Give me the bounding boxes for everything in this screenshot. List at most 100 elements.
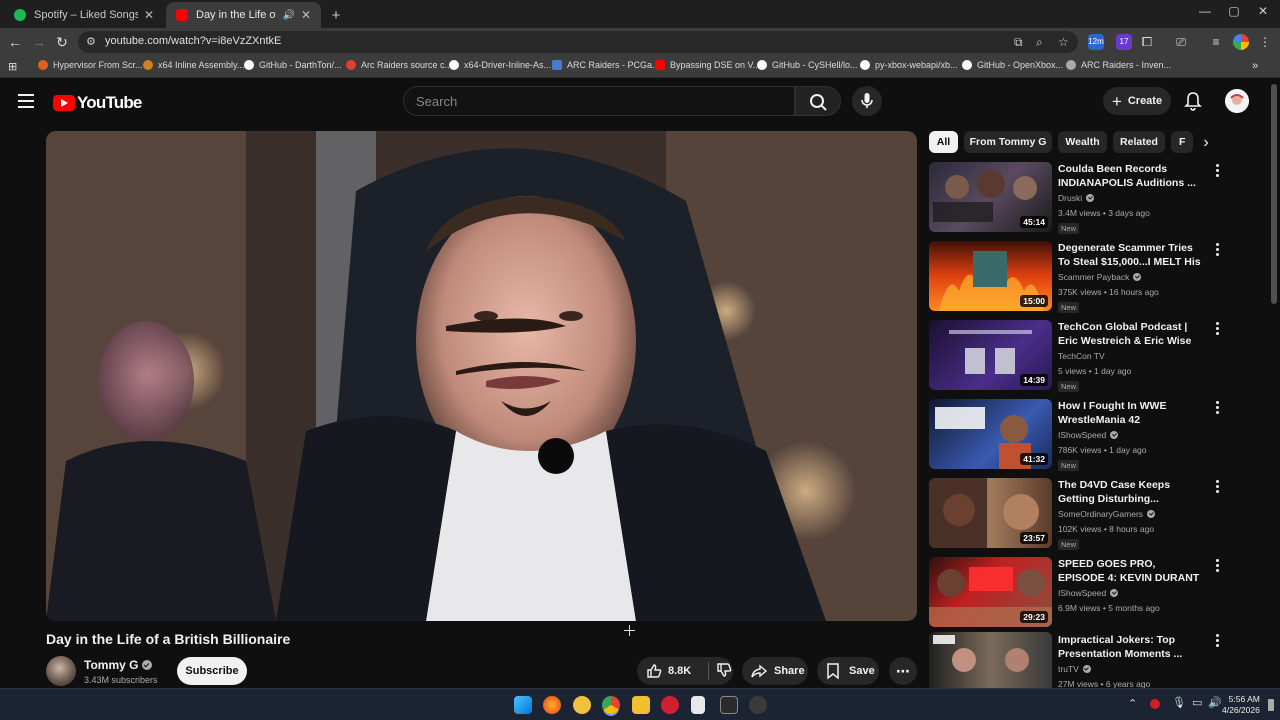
recommendation-title[interactable]: TechCon Global Podcast | Eric Westreich … — [1058, 320, 1203, 348]
install-app-icon[interactable]: ⧉ — [1014, 35, 1023, 50]
site-info-icon[interactable]: ⚙ — [86, 35, 96, 48]
recommendation-channel[interactable]: TechCon TV — [1058, 351, 1105, 361]
windows-start-icon[interactable] — [514, 696, 532, 714]
network-icon[interactable]: ▭ — [1192, 696, 1202, 709]
more-vertical-icon[interactable] — [1213, 401, 1221, 417]
save-button[interactable]: Save — [817, 657, 879, 685]
close-window-button[interactable]: ✕ — [1248, 4, 1278, 18]
video-thumbnail[interactable] — [929, 632, 1052, 688]
bookmark-item[interactable]: py-xbox-webapi/xb... — [860, 60, 958, 70]
app-icon[interactable] — [573, 696, 591, 714]
recommendation-item[interactable]: 15:00 Degenerate Scammer Tries To Steal … — [929, 241, 1229, 313]
reading-list-icon[interactable]: ≡ — [1208, 34, 1224, 50]
more-vertical-icon[interactable] — [1213, 164, 1221, 180]
video-thumbnail[interactable]: 23:57 — [929, 478, 1052, 548]
extensions-puzzle-icon[interactable]: ⧠ — [1139, 34, 1155, 50]
microphone-tray-icon[interactable]: 🎙 — [1172, 696, 1186, 709]
file-explorer-icon[interactable] — [632, 696, 650, 714]
system-clock[interactable]: 5:56 AM 4/26/2026 — [1222, 694, 1260, 716]
recommendation-item[interactable]: 29:23 SPEED GOES PRO, EPISODE 4: KEVIN D… — [929, 557, 1229, 629]
app-icon[interactable] — [749, 696, 767, 714]
bookmark-item[interactable]: ARC Raiders - PCGa... — [552, 60, 660, 70]
channel-avatar[interactable] — [46, 656, 76, 686]
back-arrow-icon[interactable]: ← — [6, 33, 24, 51]
recommendation-channel[interactable]: IShowSpeed — [1058, 430, 1119, 440]
video-thumbnail[interactable]: 29:23 — [929, 557, 1052, 627]
recommendation-title[interactable]: Coulda Been Records INDIANAPOLIS Auditio… — [1058, 162, 1203, 190]
share-button[interactable]: Share — [742, 657, 808, 685]
tray-chevron-icon[interactable]: ⌃ — [1128, 697, 1137, 710]
minimize-button[interactable]: — — [1190, 4, 1220, 18]
chip-wealth[interactable]: Wealth — [1058, 131, 1107, 153]
recommendation-channel[interactable]: SomeOrdinaryGamers — [1058, 509, 1156, 519]
recommendation-item[interactable]: Impractical Jokers: Top Presentation Mom… — [929, 632, 1229, 688]
search-input[interactable] — [404, 87, 764, 115]
bookmark-star-icon[interactable]: ☆ — [1058, 35, 1069, 49]
chip-from-channel[interactable]: From Tommy G — [964, 131, 1052, 153]
bookmark-item[interactable]: Hypervisor From Scr... — [38, 60, 143, 70]
notepad-icon[interactable] — [691, 696, 705, 714]
youtube-logo[interactable]: YouTube — [53, 93, 142, 113]
bookmark-item[interactable]: x64-Driver-Inline-As... — [449, 60, 551, 70]
more-vertical-icon[interactable] — [1213, 634, 1221, 650]
recommendation-item[interactable]: 41:32 How I Fought In WWE WrestleMania 4… — [929, 399, 1229, 471]
extension-badge-icon[interactable]: 17 — [1116, 34, 1132, 50]
chip-related[interactable]: Related — [1113, 131, 1165, 153]
url-text[interactable]: youtube.com/watch?v=i8eVzZXntkE — [105, 35, 281, 47]
recommendation-title[interactable]: How I Fought In WWE WrestleMania 42 — [1058, 399, 1203, 427]
new-tab-button[interactable]: + — [324, 2, 348, 28]
page-scrollbar[interactable] — [1271, 84, 1277, 304]
speaker-icon[interactable]: 🔊 — [282, 10, 294, 21]
subscribe-button[interactable]: Subscribe — [177, 657, 247, 685]
search-button[interactable] — [795, 86, 841, 116]
voice-search-button[interactable] — [852, 86, 882, 116]
recommendation-channel[interactable]: truTV — [1058, 664, 1091, 674]
extension-timer-icon[interactable]: 12m — [1088, 34, 1104, 50]
bookmark-item[interactable]: Bypassing DSE on V... — [655, 60, 760, 70]
zoom-icon[interactable]: ⌕ — [1036, 35, 1043, 50]
recommendation-title[interactable]: Degenerate Scammer Tries To Steal $15,00… — [1058, 241, 1203, 269]
hamburger-menu-icon[interactable] — [18, 94, 34, 108]
bookmark-item[interactable]: GitHub - OpenXbox... — [962, 60, 1063, 70]
chip-all[interactable]: All — [929, 131, 958, 153]
tab-youtube[interactable]: Day in the Life of a British Bi 🔊 ✕ — [166, 2, 321, 28]
app-icon[interactable] — [661, 696, 679, 714]
close-tab-icon[interactable]: ✕ — [301, 8, 311, 22]
bookmark-item[interactable]: GitHub - CySHell/lo... — [757, 60, 858, 70]
menu-kebab-icon[interactable]: ⋮ — [1257, 34, 1273, 50]
bookmark-item[interactable]: Arc Raiders source c... — [346, 60, 452, 70]
more-vertical-icon[interactable] — [1213, 480, 1221, 496]
more-vertical-icon[interactable] — [1213, 559, 1221, 575]
recommendation-item[interactable]: 14:39 TechCon Global Podcast | Eric West… — [929, 320, 1229, 392]
reload-icon[interactable]: ↻ — [53, 33, 71, 51]
tab-spotify[interactable]: Spotify – Liked Songs ✕ — [4, 2, 164, 28]
recommendation-title[interactable]: SPEED GOES PRO, EPISODE 4: KEVIN DURANT … — [1058, 557, 1203, 585]
video-player[interactable] — [46, 131, 917, 621]
more-actions-button[interactable]: ⋯ — [889, 657, 917, 685]
channel-name[interactable]: Tommy G — [84, 658, 153, 672]
epic-games-icon[interactable] — [720, 696, 738, 714]
create-button[interactable]: + Create — [1103, 87, 1171, 115]
notifications-bell-icon[interactable] — [1183, 90, 1203, 112]
bookmark-item[interactable]: ARC Raiders - Inven... — [1066, 60, 1171, 70]
cast-icon[interactable]: ⎚ — [1173, 34, 1189, 50]
firefox-icon[interactable] — [543, 696, 561, 714]
close-tab-icon[interactable]: ✕ — [144, 8, 154, 22]
bookmark-item[interactable]: x64 Inline Assembly... — [143, 60, 244, 70]
account-avatar[interactable] — [1225, 89, 1249, 113]
chip-partial[interactable]: F — [1171, 131, 1193, 153]
video-thumbnail[interactable]: 41:32 — [929, 399, 1052, 469]
recommendation-channel[interactable]: Scammer Payback — [1058, 272, 1142, 282]
profile-google-icon[interactable] — [1233, 34, 1249, 50]
dislike-button[interactable] — [715, 661, 733, 682]
tray-app-icon[interactable] — [1150, 699, 1160, 709]
recommendation-item[interactable]: 45:14 Coulda Been Records INDIANAPOLIS A… — [929, 162, 1229, 234]
chips-next-chevron-icon[interactable]: › — [1196, 134, 1216, 152]
omnibox[interactable]: ⚙ youtube.com/watch?v=i8eVzZXntkE ⧉ ⌕ ☆ — [78, 31, 1078, 53]
bookmarks-overflow-icon[interactable]: » — [1252, 60, 1258, 72]
apps-grid-icon[interactable]: ⊞ — [8, 60, 17, 73]
bookmark-item[interactable]: GitHub - DarthTon/... — [244, 60, 342, 70]
recommendation-title[interactable]: Impractical Jokers: Top Presentation Mom… — [1058, 633, 1203, 661]
show-desktop-button[interactable] — [1268, 699, 1274, 711]
volume-icon[interactable]: 🔊 — [1208, 696, 1222, 709]
